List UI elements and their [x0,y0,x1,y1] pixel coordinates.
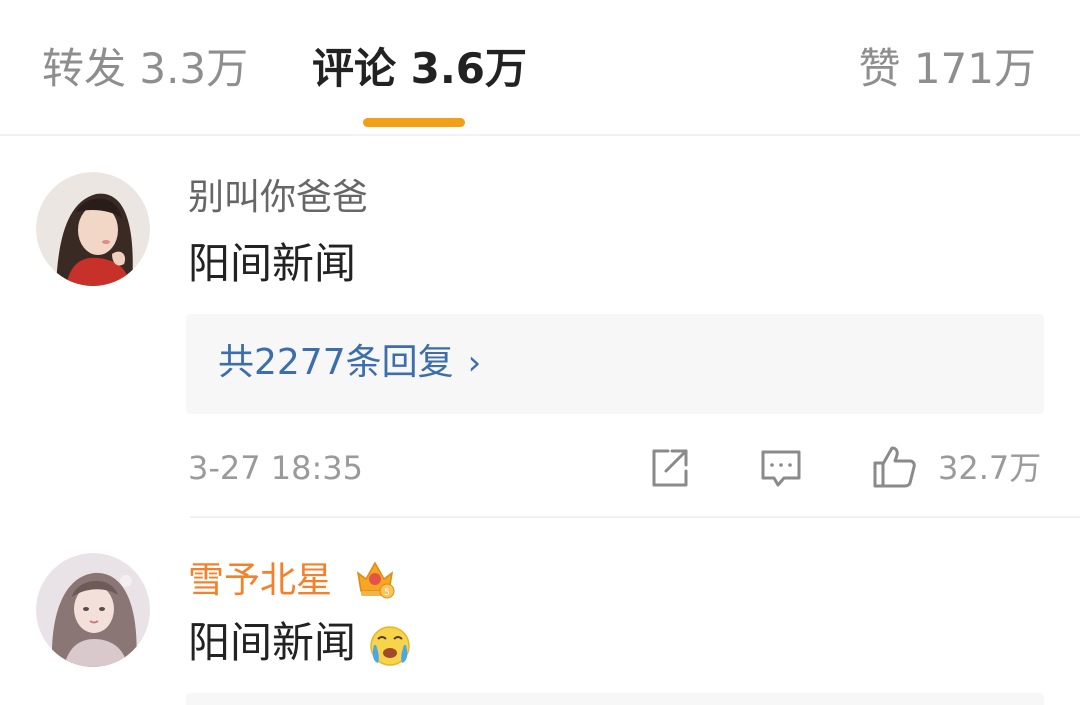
comment-time: 3-27 18:35 [188,449,364,487]
comments-page: 转发 3.3万 评论 3.6万 赞 171万 别叫你爸爸 阳间新闻 共2277条… [0,0,1080,705]
tab-comments[interactable]: 评论 3.6万 [312,40,527,98]
chevron-right-icon: › [467,343,482,383]
tab-likes[interactable]: 赞 171万 [858,40,1036,98]
comment-content: 阳间新闻 [188,615,356,671]
comment-text: 阳间新闻 [188,618,357,667]
thumbs-up-icon[interactable] [870,443,916,489]
comment-username[interactable]: 别叫你爸爸 [188,174,368,222]
comment-item: 雪予北星 5 阳间新闻 [0,519,1080,705]
comment-item: 别叫你爸爸 阳间新闻 共2277条回复 › 3-27 18:35 32.7万 [0,134,1080,519]
comment-divider [190,516,1080,518]
avatar-girl-light-hair-icon [36,553,150,667]
tab-reposts[interactable]: 转发 3.3万 [42,40,248,98]
active-tab-indicator [363,118,465,127]
share-icon[interactable] [646,445,692,491]
vip-crown-icon: 5 [352,555,398,601]
replies-box[interactable]: 共2277条回复 › [186,314,1044,414]
svg-text:5: 5 [384,588,390,598]
comment-icon[interactable] [758,445,804,491]
avatar[interactable] [36,553,150,667]
replies-box[interactable] [186,693,1044,705]
replies-count-label: 共2277条回复 [218,342,454,383]
crying-face-emoji-icon [366,621,412,667]
comment-content: 阳间新闻 [188,239,357,288]
tab-bar: 转发 3.3万 评论 3.6万 赞 171万 [0,0,1080,136]
avatar[interactable] [36,172,150,286]
comment-username[interactable]: 雪予北星 [188,557,332,605]
avatar-girl-dark-hair-icon [36,172,150,286]
username-text: 雪予北星 [188,560,333,601]
view-replies-link[interactable]: 共2277条回复 › [218,338,481,388]
like-count: 32.7万 [938,449,1042,487]
